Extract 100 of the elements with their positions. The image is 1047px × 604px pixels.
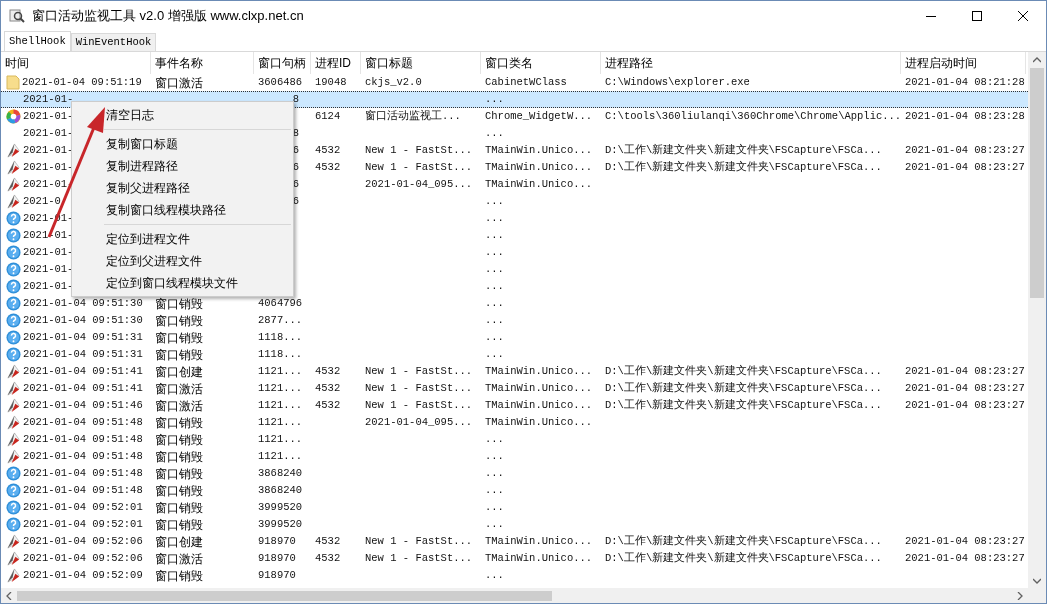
table-row[interactable]: 2021-01-04 09:51:41 窗口创建 1121... 4532 New 1 - FastSt... TMainWin.Unico... D:\工作\新建文件夹\新建文件夹\FSCapture\FSCa... 2021-01-04 08:23:27	[1, 363, 1028, 380]
menu-item[interactable]: 复制父进程路径	[72, 177, 293, 199]
column-header[interactable]: 进程路径	[601, 52, 901, 74]
table-row[interactable]: 2021-01-04 09:51:41 窗口激活 1121... 4532 New 1 - FastSt... TMainWin.Unico... D:\工作\新建文件夹\新建文件夹\FSCapture\FSCa... 2021-01-04 08:23:27	[1, 380, 1028, 397]
table-cell: 2021-01-	[23, 247, 74, 258]
table-cell: D:\工作\新建文件夹\新建文件夹\FSCapture\FSCa...	[605, 400, 882, 411]
table-row[interactable]: 2021-01-04 09:51:48 窗口销毁 1121... 2021-01-04_095... TMainWin.Unico...	[1, 414, 1028, 431]
feather-icon	[6, 449, 21, 464]
menu-item[interactable]: 复制进程路径	[72, 155, 293, 177]
table-row[interactable]: 2021-01-04 09:51:30 窗口销毁 2877... ...	[1, 312, 1028, 329]
table-cell: 1121...	[258, 400, 303, 411]
table-cell: 2021-01-	[23, 179, 74, 190]
column-header[interactable]: 时间	[1, 52, 151, 74]
table-cell: 2021-01-04 09:51:46	[23, 400, 143, 411]
table-cell: ...	[485, 468, 504, 479]
table-cell: 2877...	[258, 315, 303, 326]
table-cell: 3999520	[258, 502, 303, 513]
table-cell: TMainWin.Unico...	[485, 553, 593, 564]
table-cell: 窗口销毁	[155, 416, 203, 429]
table-row[interactable]: 2021-01-04 09:52:01 窗口销毁 3999520 ...	[1, 516, 1028, 533]
scrollbar-thumb[interactable]	[1030, 68, 1044, 298]
table-cell: 窗口销毁	[155, 569, 203, 582]
folder-icon	[6, 75, 20, 90]
table-cell: 19048	[315, 77, 347, 88]
table-cell: 2021-01-04 08:21:28	[905, 77, 1025, 88]
table-cell: 窗口活动监视工...	[365, 111, 461, 122]
menu-item[interactable]: 定位到窗口线程模块文件	[72, 272, 293, 294]
table-cell: 2021-01-04 09:51:31	[23, 332, 143, 343]
table-cell: 8	[292, 94, 299, 105]
scroll-up-icon	[1033, 56, 1041, 64]
table-cell: 窗口销毁	[155, 467, 203, 480]
table-cell: 窗口创建	[155, 365, 203, 378]
scroll-left-icon	[5, 591, 13, 600]
table-cell: 4532	[315, 536, 341, 547]
table-row[interactable]: 2021-01-04 09:51:48 窗口销毁 3868240 ...	[1, 465, 1028, 482]
menu-item[interactable]: 清空日志	[72, 104, 293, 126]
table-row[interactable]: 2021-01-04 09:51:31 窗口销毁 1118... ...	[1, 346, 1028, 363]
column-header[interactable]: 进程ID	[311, 52, 361, 74]
horizontal-scrollbar[interactable]	[1, 588, 1028, 603]
table-cell: 窗口销毁	[155, 450, 203, 463]
tab[interactable]: ShellHook	[4, 31, 71, 51]
table-cell: TMainWin.Unico...	[485, 383, 593, 394]
table-cell: 2021-01-04_095...	[365, 417, 473, 428]
vertical-scrollbar[interactable]	[1028, 52, 1046, 603]
table-cell: ...	[485, 230, 504, 241]
table-row[interactable]: 2021-01-04 09:51:48 窗口销毁 3868240 ...	[1, 482, 1028, 499]
table-cell: 4532	[315, 400, 341, 411]
table-row[interactable]: 2021-01-04 09:51:19 窗口激活 3606486 19048 ckjs_v2.0 CabinetWClass C:\Windows\explorer.exe 2021-01-04 08:21:28	[1, 74, 1028, 91]
table-row[interactable]: 2021-01-04 09:51:31 窗口销毁 1118... ...	[1, 329, 1028, 346]
column-header[interactable]: 窗口句柄	[254, 52, 311, 74]
window-title: 窗口活动监视工具 v2.0 增强版 www.clxp.net.cn	[32, 7, 304, 26]
table-cell: 1121...	[258, 451, 303, 462]
table-cell: 2021-01-04 08:23:27	[905, 145, 1025, 156]
menu-item[interactable]: 定位到进程文件	[72, 228, 293, 250]
feather-icon	[6, 143, 21, 158]
table-cell: 2021-01-04 09:51:19	[22, 77, 142, 88]
column-header[interactable]: 进程启动时间	[901, 52, 1026, 74]
table-cell: 1121...	[258, 434, 303, 445]
menu-item[interactable]: 定位到父进程文件	[72, 250, 293, 272]
menu-item[interactable]: 复制窗口线程模块路径	[72, 199, 293, 221]
table-row[interactable]: 2021-01-04 09:51:46 窗口激活 1121... 4532 New 1 - FastSt... TMainWin.Unico... D:\工作\新建文件夹\新建文件夹\FSCapture\FSCa... 2021-01-04 08:23:27	[1, 397, 1028, 414]
table-cell: 1121...	[258, 366, 303, 377]
feather-icon	[6, 364, 21, 379]
table-row[interactable]: 2021-01-04 09:52:01 窗口销毁 3999520 ...	[1, 499, 1028, 516]
tab[interactable]: WinEventHook	[70, 33, 157, 51]
table-cell: 2021-01-	[23, 128, 74, 139]
feather-icon	[6, 194, 21, 209]
column-header[interactable]: 窗口标题	[361, 52, 481, 74]
help-icon	[6, 245, 21, 260]
scrollbar-thumb[interactable]	[17, 590, 552, 601]
table-cell: 2021-01-04 08:23:27	[905, 400, 1025, 411]
table-row[interactable]: 2021-01-04 09:52:09 窗口销毁 918970 ...	[1, 567, 1028, 584]
table-cell: 3606486	[258, 77, 303, 88]
table-cell: 2021-01-04 09:52:01	[23, 502, 143, 513]
table-cell: ...	[485, 196, 504, 207]
table-cell: CabinetWClass	[485, 77, 567, 88]
column-header[interactable]: 事件名称	[151, 52, 254, 74]
table-row[interactable]: 2021-01-04 09:51:48 窗口销毁 1121... ...	[1, 448, 1028, 465]
table-cell: 2021-01-04 09:52:09	[23, 570, 143, 581]
feather-icon	[6, 551, 21, 566]
table-cell: 2021-01-04 09:52:06	[23, 536, 143, 547]
table-cell: 窗口激活	[155, 76, 203, 89]
column-header[interactable]: 窗口类名	[481, 52, 601, 74]
table-cell: 2021-01-	[23, 145, 74, 156]
table-cell: ...	[485, 213, 504, 224]
table-row[interactable]: 2021-01-04 09:52:06 窗口创建 918970 4532 New 1 - FastSt... TMainWin.Unico... D:\工作\新建文件夹\新建文件夹\FSCapture\FSCa... 2021-01-04 08:23:27	[1, 533, 1028, 550]
table-cell: D:\工作\新建文件夹\新建文件夹\FSCapture\FSCa...	[605, 553, 882, 564]
feather-icon	[6, 160, 21, 175]
table-cell: ...	[485, 349, 504, 360]
scroll-down-icon	[1033, 577, 1041, 585]
table-row[interactable]: 2021-01-04 09:51:30 窗口销毁 4064796 ...	[1, 295, 1028, 312]
table-cell: New 1 - FastSt...	[365, 536, 473, 547]
table-row[interactable]: 2021-01-04 09:52:06 窗口激活 918970 4532 New 1 - FastSt... TMainWin.Unico... D:\工作\新建文件夹\新建文件夹\FSCapture\FSCa... 2021-01-04 08:23:27	[1, 550, 1028, 567]
feather-icon	[6, 432, 21, 447]
table-cell: ...	[485, 570, 504, 581]
menu-item[interactable]: 复制窗口标题	[72, 133, 293, 155]
table-row[interactable]: 2021-01-04 09:51:48 窗口销毁 1121... ...	[1, 431, 1028, 448]
feather-icon	[6, 398, 21, 413]
table-cell: 3999520	[258, 519, 303, 530]
table-cell: 2021-01-04 08:23:27	[905, 536, 1025, 547]
